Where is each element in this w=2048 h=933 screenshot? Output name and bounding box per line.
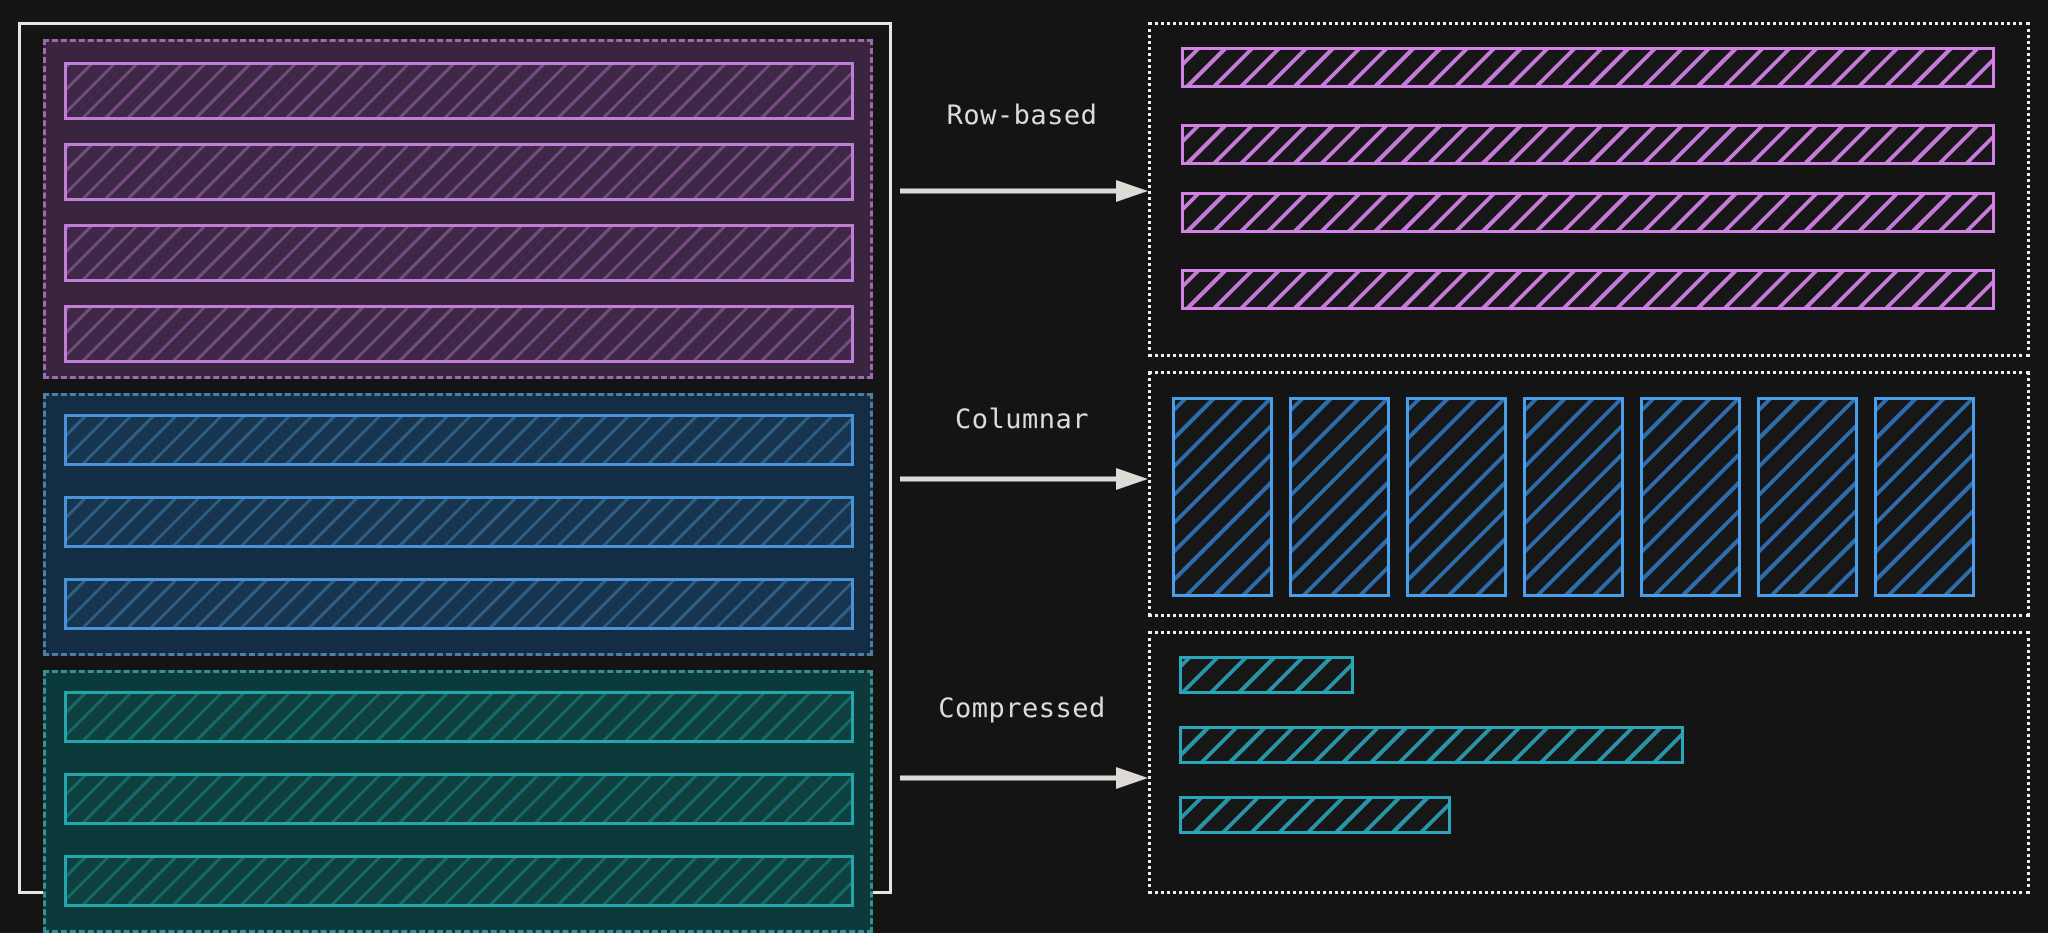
source-row [64,305,854,363]
row-based-bar [1181,192,1995,233]
compressed-bar [1179,656,1354,694]
arrow-row-based [898,178,1150,204]
row-based-panel [1148,22,2030,357]
row-based-bar [1181,269,1995,310]
source-row [64,62,854,120]
columnar-column [1874,397,1975,597]
source-table-container [18,22,892,933]
columnar-column [1172,397,1273,597]
source-row [64,578,854,630]
row-based-bar [1181,47,1995,88]
source-group-blue [43,393,873,656]
transform-label-columnar: Columnar [954,404,1090,435]
columnar-column [1640,397,1741,597]
source-row [64,414,854,466]
source-row [64,855,854,907]
transform-label-row-based: Row-based [946,100,1098,131]
compressed-panel [1148,631,2030,894]
source-row [64,773,854,825]
columnar-column [1757,397,1858,597]
columnar-panel [1148,371,2030,617]
source-group-purple [43,39,873,379]
source-group-teal [43,670,873,933]
compressed-bar [1179,796,1451,834]
columnar-column [1523,397,1624,597]
source-row [64,224,854,282]
transform-label-compressed: Compressed [938,693,1106,724]
columnar-column [1289,397,1390,597]
columnar-column [1406,397,1507,597]
source-row [64,496,854,548]
source-row [64,691,854,743]
arrow-compressed [898,765,1150,791]
compressed-bar [1179,726,1684,764]
source-row [64,143,854,201]
row-based-bar [1181,124,1995,165]
arrow-columnar [898,466,1150,492]
